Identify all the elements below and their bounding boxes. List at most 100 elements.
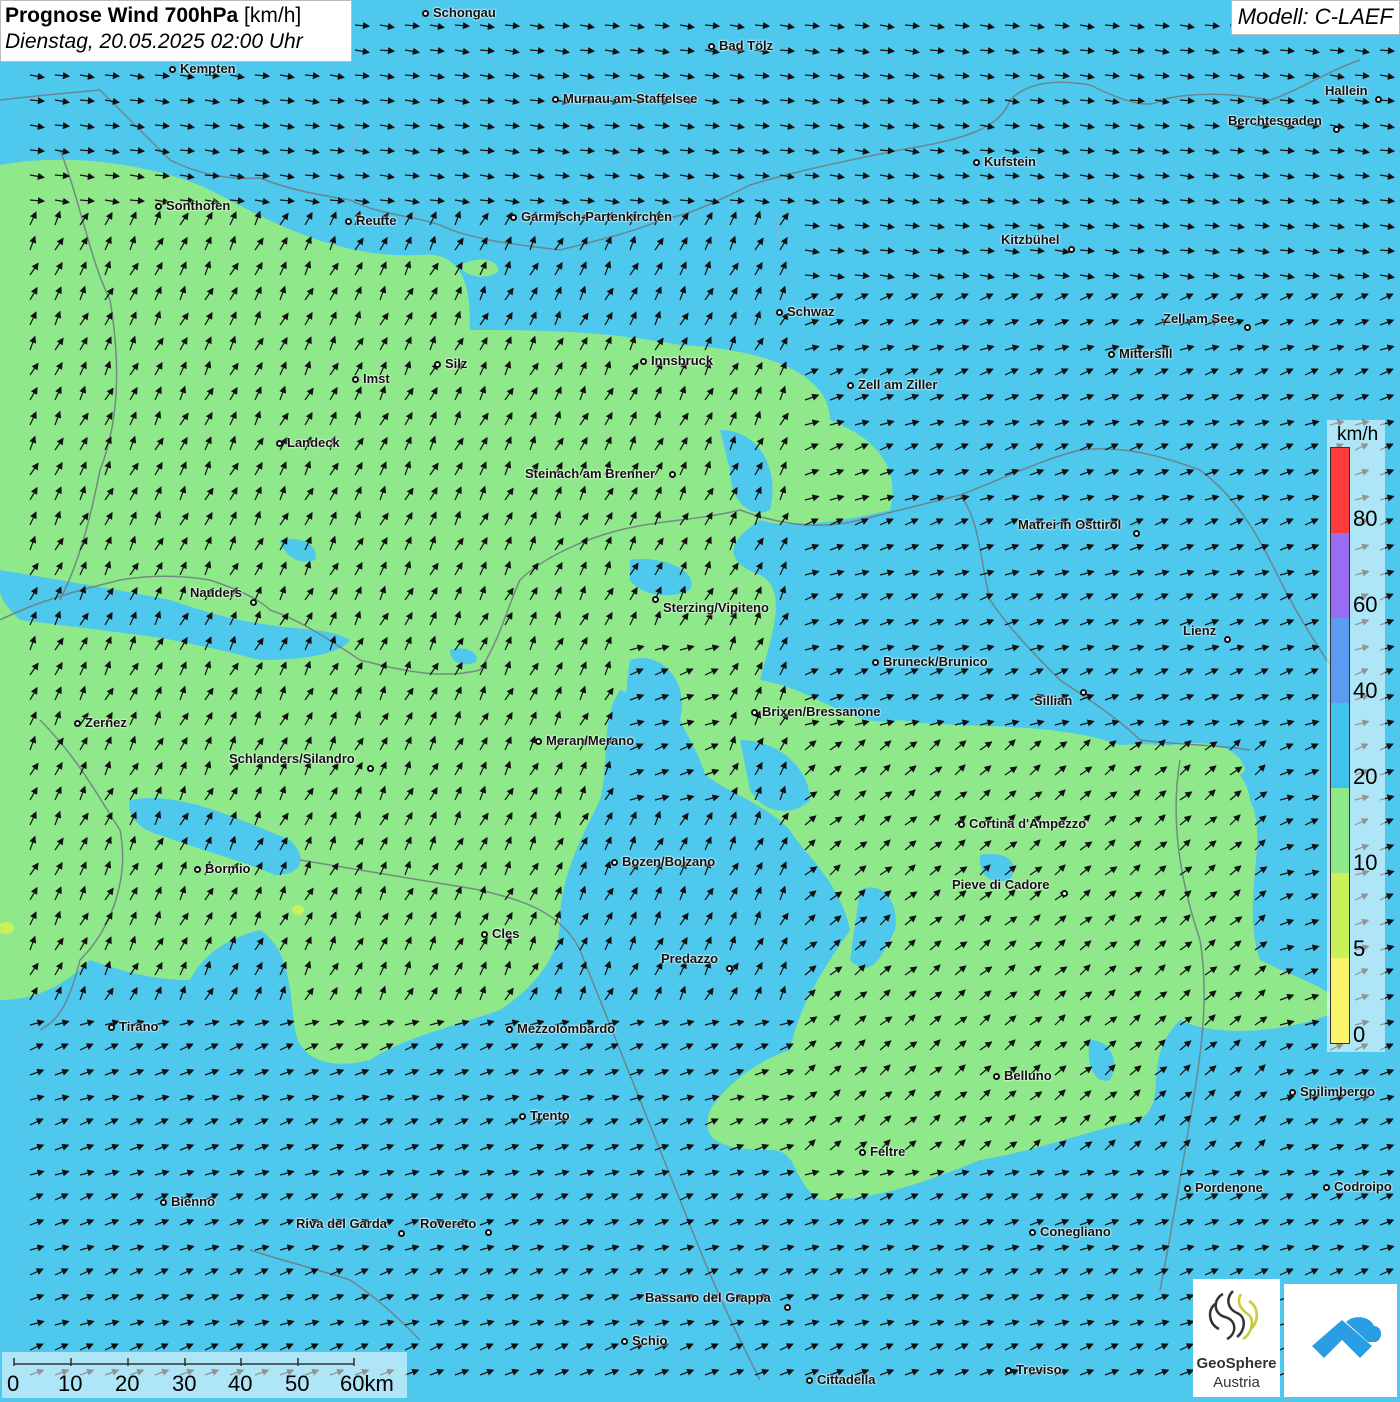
legend-segment: [1331, 788, 1349, 873]
city-label: Pordenone: [1195, 1180, 1263, 1195]
legend-segment: [1331, 448, 1349, 533]
app-logo[interactable]: [1284, 1284, 1397, 1397]
city-marker-icon: [871, 658, 879, 666]
geosphere-logo: GeoSphere Austria: [1193, 1279, 1280, 1397]
city-label: Landeck: [287, 435, 340, 450]
city-marker-icon: [193, 865, 201, 873]
city-label: Spilimbergo: [1300, 1084, 1376, 1099]
city-marker-icon: [433, 360, 441, 368]
forecast-datetime: Dienstag, 20.05.2025 02:00 Uhr: [5, 30, 303, 53]
city-label: Sterzing/Vipiteno: [663, 600, 769, 615]
title-unit: [km/h]: [244, 4, 302, 27]
city-label: Predazzo: [661, 951, 719, 966]
geosphere-icon: [1208, 1290, 1258, 1341]
city-label: Pieve di Cadore: [952, 877, 1050, 892]
legend-tick-label: 60: [1353, 592, 1378, 617]
city-label: Sonthofen: [166, 198, 231, 213]
legend-segment: [1331, 873, 1349, 958]
city-marker-icon: [1067, 245, 1075, 253]
legend-tick-label: 40: [1353, 678, 1378, 703]
city-label: Steinach am Brenner: [525, 466, 656, 481]
city-label: Treviso: [1016, 1362, 1062, 1377]
city-marker-icon: [750, 708, 758, 716]
legend-segment: [1331, 533, 1349, 618]
city-marker-icon: [707, 42, 715, 50]
city-label: Reutte: [356, 213, 397, 228]
city-label: Codroipo: [1334, 1179, 1392, 1194]
city-label: Lienz: [1183, 623, 1217, 638]
city-label: Bassano del Grappa: [645, 1290, 771, 1305]
city-label: Rovereto: [420, 1216, 477, 1231]
city-label: Kitzbühel: [1001, 232, 1060, 247]
legend-bar: [1330, 447, 1350, 1044]
city-label: Trento: [530, 1108, 570, 1123]
city-marker-icon: [1079, 688, 1087, 696]
city-marker-icon: [1107, 350, 1115, 358]
city-marker-icon: [421, 9, 429, 17]
map-title: Prognose Wind 700hPa [km/h]: [5, 4, 347, 28]
city-label: Imst: [363, 371, 390, 386]
city-label: Mezzolombardo: [517, 1021, 616, 1036]
legend-tick-label: 20: [1353, 764, 1378, 789]
city-label: Kempten: [180, 61, 236, 76]
city-label: Zernez: [85, 715, 127, 730]
city-marker-icon: [957, 820, 965, 828]
legend-tick-label: 80: [1353, 506, 1378, 531]
city-marker-icon: [351, 375, 359, 383]
city-label: Schwaz: [787, 304, 835, 319]
city-label: Hallein: [1325, 83, 1368, 98]
legend-segment: [1331, 618, 1349, 703]
city-label: Mittersill: [1119, 346, 1173, 361]
city-label: Bad Tölz: [719, 38, 774, 53]
city-marker-icon: [518, 1112, 526, 1120]
legend-segment: [1331, 703, 1349, 788]
city-marker-icon: [344, 217, 352, 225]
city-marker-icon: [107, 1023, 115, 1031]
city-marker-icon: [972, 158, 980, 166]
scale-label: 60km: [340, 1371, 394, 1396]
city-marker-icon: [159, 1198, 167, 1206]
city-marker-icon: [1332, 125, 1340, 133]
city-label: Schlanders/Silandro: [229, 751, 355, 766]
scale-line: [13, 1358, 355, 1366]
city-marker-icon: [1004, 1366, 1012, 1374]
city-marker-icon: [725, 964, 733, 972]
city-label: Tirano: [119, 1019, 159, 1034]
city-label: Bienno: [171, 1194, 216, 1209]
city-marker-icon: [783, 1303, 791, 1311]
legend-tick-label: 10: [1353, 850, 1378, 875]
city-marker-icon: [805, 1376, 813, 1384]
city-marker-icon: [1374, 95, 1382, 103]
city-marker-icon: [397, 1229, 405, 1237]
city-marker-icon: [992, 1072, 1000, 1080]
city-label: Kufstein: [984, 154, 1036, 169]
city-marker-icon: [505, 1025, 513, 1033]
city-marker-icon: [1223, 635, 1231, 643]
city-marker-icon: [73, 719, 81, 727]
city-label: Zell am See: [1163, 311, 1235, 326]
city-label: Feltre: [870, 1144, 906, 1159]
city-label: Berchtesgaden: [1228, 113, 1322, 128]
city-marker-icon: [668, 470, 676, 478]
legend-segment: [1331, 958, 1349, 1043]
city-label: Riva del Garda: [296, 1216, 388, 1231]
city-label: Cortina d'Ampezzo: [969, 816, 1087, 831]
scale-label: 50: [285, 1371, 310, 1396]
city-label: Murnau am Staffelsee: [563, 91, 698, 106]
city-marker-icon: [858, 1148, 866, 1156]
city-marker-icon: [249, 598, 257, 606]
city-label: Cittadella: [817, 1372, 876, 1387]
city-marker-icon: [620, 1337, 628, 1345]
geosphere-name: GeoSphere: [1196, 1355, 1277, 1372]
city-label: Schongau: [433, 5, 496, 20]
city-marker-icon: [484, 1228, 492, 1236]
scale-label: 30: [172, 1371, 197, 1396]
city-marker-icon: [1028, 1228, 1036, 1236]
city-label: Meran/Merano: [546, 733, 635, 748]
geosphere-sub: Austria: [1213, 1374, 1260, 1391]
city-marker-icon: [1288, 1088, 1296, 1096]
legend-unit: km/h: [1337, 424, 1379, 445]
city-label: Bruneck/Brunico: [883, 654, 988, 669]
app-icon: [1312, 1317, 1382, 1358]
city-marker-icon: [610, 858, 618, 866]
